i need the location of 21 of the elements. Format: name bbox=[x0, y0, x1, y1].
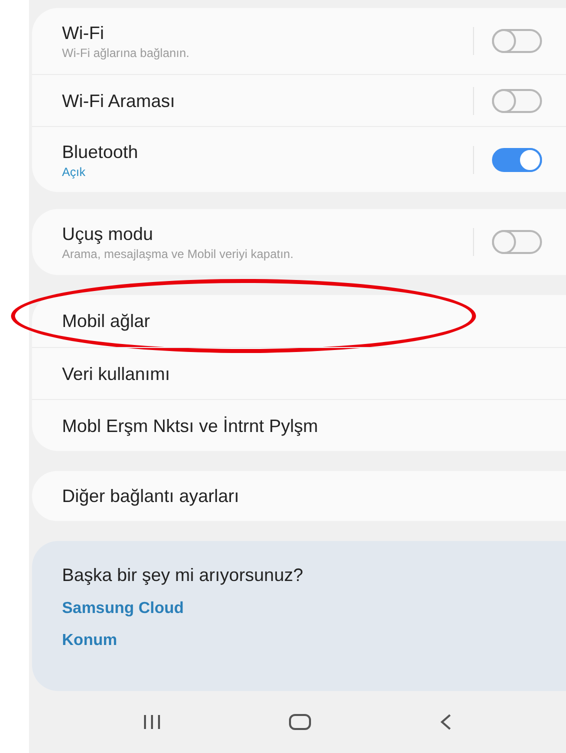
home-icon[interactable] bbox=[288, 713, 312, 731]
setting-title[interactable]: Mobil ağlar bbox=[62, 309, 542, 333]
setting-title[interactable]: Wi-Fi Araması bbox=[62, 88, 473, 112]
toggle-switch[interactable] bbox=[492, 230, 542, 254]
setting-subtitle: Açık bbox=[62, 164, 86, 180]
setting-title[interactable]: Veri kullanımı bbox=[62, 362, 542, 386]
setting-title[interactable]: Diğer bağlantı ayarları bbox=[62, 484, 542, 508]
setting-title[interactable]: Wi-Fi bbox=[62, 21, 473, 45]
setting-title[interactable]: Bluetooth bbox=[62, 140, 473, 164]
setting-title[interactable]: Uçuş modu bbox=[62, 222, 473, 246]
setting-title[interactable]: Mobl Erşm Nktsı ve İntrnt Pylşm bbox=[62, 414, 542, 438]
back-icon[interactable] bbox=[438, 713, 453, 731]
setting-subtitle: Arama, mesajlaşma ve Mobil veriyi kapatın. bbox=[62, 246, 294, 262]
suggestions-title: Başka bir şey mi arıyorsunuz? bbox=[62, 564, 304, 587]
setting-subtitle: Wi-Fi ağlarına bağlanın. bbox=[62, 45, 190, 61]
recent-apps-icon[interactable] bbox=[142, 714, 162, 730]
suggestion-link[interactable]: Samsung Cloud bbox=[62, 599, 184, 619]
toggle-switch[interactable] bbox=[492, 148, 542, 172]
suggestion-link[interactable]: Konum bbox=[62, 631, 118, 651]
toggle-switch[interactable] bbox=[492, 88, 542, 112]
toggle-switch[interactable] bbox=[492, 29, 542, 53]
